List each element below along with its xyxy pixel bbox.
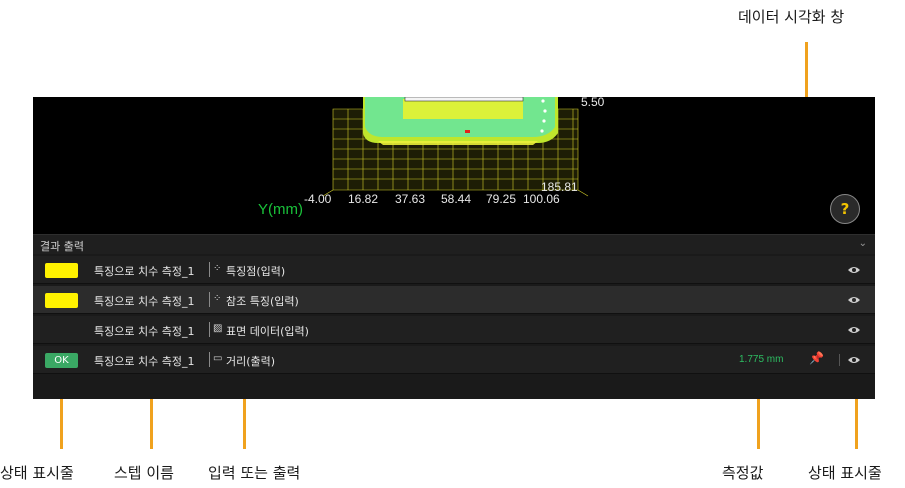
result-row[interactable]: 특징으로 치수 측정_1 ⁘ 참조 특징(입력) [33,286,875,314]
callout-step-name: 스텝 이름 [114,464,174,482]
feature-points-icon: ⁘ [213,293,222,304]
eye-icon[interactable] [847,293,861,307]
result-row[interactable]: 특징으로 치수 측정_1 ▨ 표면 데이터(입력) [33,316,875,344]
panel-title: 결과 출력 [40,240,84,253]
axis-tick: 58.44 [441,192,472,206]
point-cloud-object [363,97,558,145]
divider [209,262,210,277]
io-label: 거리(출력) [226,355,276,368]
divider [209,322,210,337]
io-label: 참조 특징(입력) [226,295,299,308]
eye-icon[interactable] [847,353,861,367]
app-window: 5.50 185.81 Y(mm) -4.00 16.82 37.63 58.4… [33,97,875,399]
distance-icon: ▭ [213,353,223,364]
callout-io: 입력 또는 출력 [208,464,301,482]
measured-value: 1.775 mm [739,354,784,365]
axis-top-value: 5.50 [581,97,605,109]
callout-status-right: 상태 표시줄 [808,464,882,482]
callout-status-left: 상태 표시줄 [0,464,74,482]
status-badge: OK [45,353,78,368]
axis-title: Y(mm) [258,201,303,218]
axis-tick: 79.25 [486,192,517,206]
feature-points-icon: ⁘ [213,263,222,274]
io-label: 특징점(입력) [226,265,286,278]
panel-header[interactable]: 결과 출력 ⌄ [33,234,875,254]
leader-io [243,391,246,449]
step-name: 특징으로 치수 측정_1 [94,295,195,308]
leader-status-left [60,391,63,449]
surface-data-icon: ▨ [213,323,223,334]
axis-tick: 100.06 [523,192,560,206]
io-label: 표면 데이터(입력) [226,325,309,338]
eye-icon[interactable] [847,323,861,337]
callout-measured: 측정값 [722,464,764,482]
status-indicator [45,263,78,278]
divider [209,292,210,307]
divider [839,354,840,366]
leader-step-name [150,391,153,449]
callout-viewer: 데이터 시각화 창 [738,8,845,26]
result-row[interactable]: OK 특징으로 치수 측정_1 ▭ 거리(출력) 1.775 mm 📌 [33,346,875,374]
eye-icon[interactable] [847,263,861,277]
step-name: 특징으로 치수 측정_1 [94,265,195,278]
step-name: 특징으로 치수 측정_1 [94,355,195,368]
data-visualization-viewer[interactable]: 5.50 185.81 Y(mm) -4.00 16.82 37.63 58.4… [33,97,875,234]
help-button[interactable]: ? [830,194,860,224]
status-indicator [45,293,78,308]
axis-tick: -4.00 [304,192,332,206]
result-row[interactable]: 특징으로 치수 측정_1 ⁘ 특징점(입력) [33,256,875,284]
point-cloud-render [322,97,589,197]
step-name: 특징으로 치수 측정_1 [94,325,195,338]
result-output-panel: 결과 출력 ⌄ 특징으로 치수 측정_1 ⁘ 특징점(입력) 특징으로 치수 측… [33,234,875,399]
pin-icon[interactable]: 📌 [809,351,824,365]
leader-measured [757,391,760,449]
axis-tick: 37.63 [395,192,426,206]
axis-tick: 16.82 [348,192,379,206]
chevron-down-icon[interactable]: ⌄ [859,238,867,249]
leader-status-right [855,391,858,449]
divider [209,352,210,367]
